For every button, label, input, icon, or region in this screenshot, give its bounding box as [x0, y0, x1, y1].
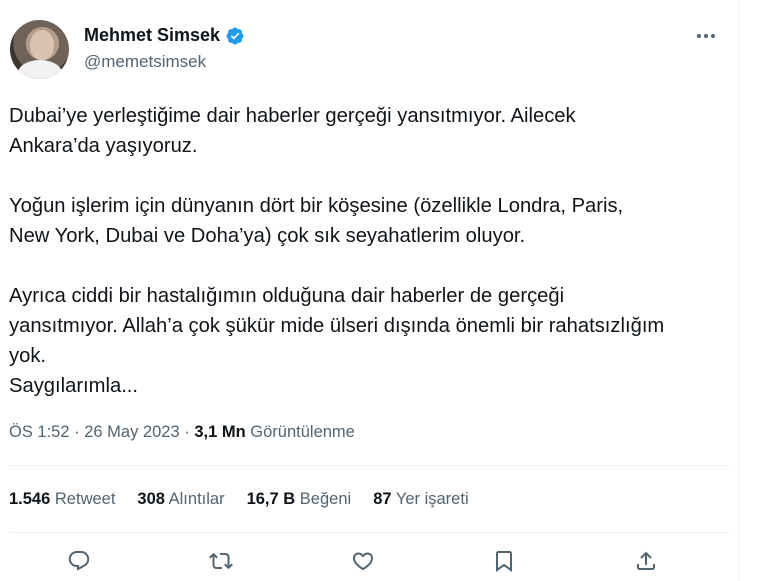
- bookmark-button[interactable]: [488, 545, 520, 577]
- bookmarks-stat[interactable]: 87 Yer işareti: [373, 490, 468, 509]
- tweet-paragraph: Dubai’ye yerleştiğime dair haberler gerç…: [9, 105, 576, 157]
- like-icon: [352, 552, 374, 571]
- like-button[interactable]: [347, 545, 379, 577]
- reply-button[interactable]: [63, 545, 95, 577]
- likes-stat[interactable]: 16,7 B Beğeni: [247, 490, 352, 509]
- retweets-count: 1.546: [9, 490, 51, 508]
- divider: [9, 532, 729, 533]
- likes-count: 16,7 B: [246, 490, 296, 508]
- share-button[interactable]: [630, 545, 662, 577]
- divider: [9, 465, 729, 466]
- action-bar: [0, 545, 738, 577]
- tweet-time[interactable]: ÖS 1:52: [9, 423, 70, 441]
- retweets-stat[interactable]: 1.546 Retweet: [9, 490, 115, 509]
- quotes-label: Alıntılar: [168, 490, 225, 508]
- quotes-stat[interactable]: 308 Alıntılar: [137, 490, 224, 509]
- bookmarks-label: Yer işareti: [395, 490, 469, 508]
- views-count: 3,1 Mn: [194, 423, 246, 441]
- author-name[interactable]: Mehmet Simsek: [84, 25, 220, 46]
- engagement-stats: 1.546 Retweet 308 Alıntılar 16,7 B Beğen…: [9, 490, 491, 509]
- meta-separator: ·: [74, 423, 80, 441]
- verified-badge-icon[interactable]: [225, 26, 245, 46]
- likes-label: Beğeni: [299, 490, 352, 508]
- tweet-paragraph: Yoğun işlerim için dünyanın dört bir köş…: [9, 195, 624, 247]
- more-options-icon[interactable]: [694, 28, 718, 44]
- retweet-icon: [209, 552, 233, 570]
- tweet-text: Dubai’ye yerleştiğime dair haberler gerç…: [9, 101, 729, 401]
- quotes-count: 308: [137, 490, 165, 508]
- author-handle[interactable]: @memetsimsek: [84, 52, 206, 72]
- bookmark-icon: [496, 551, 512, 572]
- views-label: Görüntülenme: [250, 423, 355, 441]
- author-name-row: Mehmet Simsek: [84, 25, 245, 46]
- avatar[interactable]: [10, 20, 69, 79]
- column-border: [738, 0, 739, 581]
- tweet-meta: ÖS 1:52 · 26 May 2023 · 3,1 Mn Görüntüle…: [9, 423, 355, 442]
- bookmarks-count: 87: [373, 490, 392, 508]
- reply-icon: [68, 551, 90, 571]
- share-icon: [637, 551, 655, 570]
- retweets-label: Retweet: [54, 490, 116, 508]
- meta-separator: ·: [184, 423, 190, 441]
- retweet-button[interactable]: [205, 545, 237, 577]
- tweet-paragraph: Ayrıca ciddi bir hastalığımın olduğuna d…: [9, 285, 665, 397]
- tweet-detail: Mehmet Simsek @memetsimsek Dubai’ye yerl…: [0, 0, 738, 581]
- tweet-date[interactable]: 26 May 2023: [84, 423, 179, 441]
